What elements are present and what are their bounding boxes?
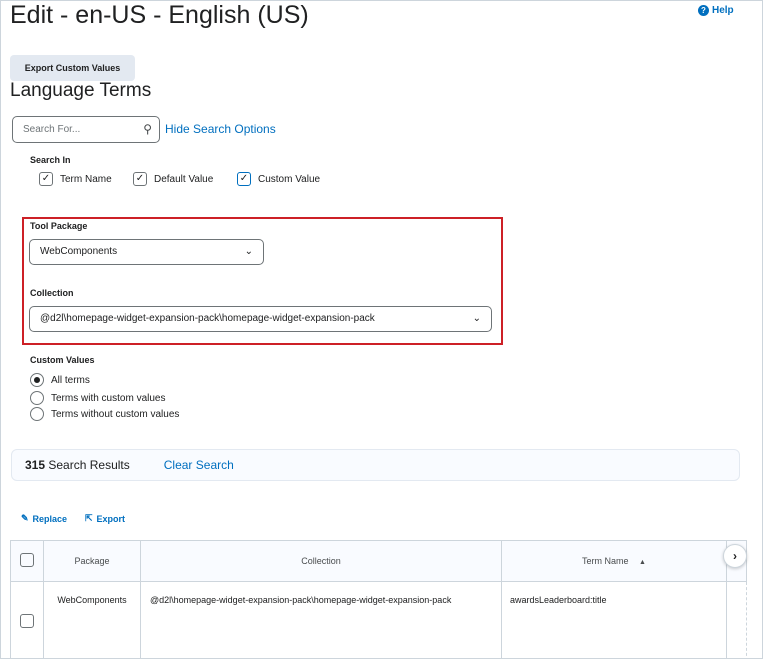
option-label: All terms [51,374,90,386]
radio-without-custom[interactable]: Terms without custom values [30,407,179,421]
radio-with-custom[interactable]: Terms with custom values [30,391,165,405]
export-icon: ⇱ [85,513,93,523]
collection-label: Collection [30,288,74,298]
collection-select[interactable]: @d2l\homepage-widget-expansion-pack\home… [29,306,492,332]
tool-package-label: Tool Package [30,221,88,231]
replace-button[interactable]: ✎ Replace [21,513,67,524]
option-label: Terms with custom values [51,392,166,404]
results-count: 315 [25,458,46,472]
cell-package: WebComponents [43,581,141,658]
section-title: Language Terms [10,80,152,101]
results-bar: 315 Search Results Clear Search [11,449,740,481]
chevron-down-icon: ⌄ [244,246,253,257]
radio-all-terms[interactable]: All terms [30,373,90,387]
search-icon[interactable]: ⚲ [143,122,152,136]
table-header-row: Package Collection Term Name ▲ [10,540,747,582]
chevron-down-icon: ⌄ [472,313,481,324]
option-label: Terms without custom values [51,408,180,420]
replace-icon: ✎ [21,513,29,523]
checkbox-icon: ✓ [133,172,147,186]
help-icon: ? [698,5,709,16]
cell-more [726,581,747,658]
option-label: Term Name [60,173,112,185]
radio-icon [30,407,44,421]
select-all-cell [10,540,44,582]
header-term-name[interactable]: Term Name ▲ [501,540,727,582]
help-label: Help [712,5,734,16]
checkbox-custom-value[interactable]: ✓ Custom Value [237,172,320,186]
results-label: Search Results [48,458,130,472]
hide-search-options-link[interactable]: Hide Search Options [165,122,276,136]
option-label: Custom Value [258,173,321,185]
radio-icon [30,391,44,405]
option-label: Default Value [154,173,214,185]
header-label: Term Name [582,556,629,566]
checkbox-default-value[interactable]: ✓ Default Value [133,172,213,186]
export-label: Export [96,513,126,524]
search-in-label: Search In [30,155,71,165]
select-all-checkbox[interactable] [20,553,34,567]
terms-table: Package Collection Term Name ▲ WebCompon… [10,540,747,658]
export-custom-values-button[interactable]: Export Custom Values [10,55,135,81]
radio-icon [30,373,44,387]
select-value: WebComponents [40,246,118,257]
clear-search-link[interactable]: Clear Search [164,458,234,472]
page: Edit - en-US - English (US) ? Help Export… [0,0,763,659]
help-link[interactable]: ? Help [698,5,734,16]
row-select-cell [10,581,44,658]
checkbox-term-name[interactable]: ✓ Term Name [39,172,112,186]
scroll-right-button[interactable]: › [723,544,747,568]
select-value: @d2l\homepage-widget-expansion-pack\home… [40,313,375,324]
replace-label: Replace [32,513,68,524]
header-package[interactable]: Package [43,540,141,582]
search-input[interactable]: Search For... ⚲ [12,116,160,143]
checkbox-icon: ✓ [39,172,53,186]
checkbox-icon: ✓ [237,172,251,186]
cell-collection: @d2l\homepage-widget-expansion-pack\home… [140,581,502,658]
search-placeholder: Search For... [23,124,81,135]
table-row: WebComponents @d2l\homepage-widget-expan… [10,581,747,658]
page-title: Edit - en-US - English (US) [10,1,309,29]
chevron-right-icon: › [733,549,737,563]
tool-package-select[interactable]: WebComponents ⌄ [29,239,264,265]
export-button[interactable]: ⇱ Export [85,513,125,524]
custom-values-label: Custom Values [30,355,95,365]
header-collection[interactable]: Collection [140,540,502,582]
row-checkbox[interactable] [20,613,34,628]
sort-ascending-icon: ▲ [639,559,646,566]
cell-term-name: awardsLeaderboard:title [501,581,727,658]
